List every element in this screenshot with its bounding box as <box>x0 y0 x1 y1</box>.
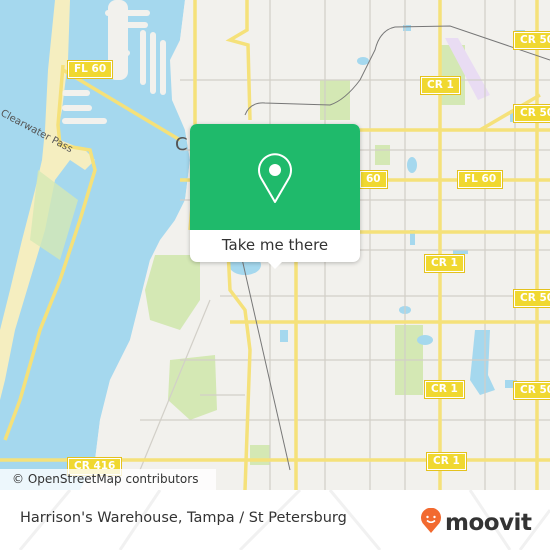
map-view[interactable]: Clearwater Pass C FL 60 FL 60 60 CR 1 CR… <box>0 0 550 490</box>
road-label-cr1-mid: CR 1 <box>424 254 465 273</box>
road-label-cr1-north: CR 1 <box>420 76 461 95</box>
moovit-wordmark: moovit <box>445 510 532 536</box>
place-title: Harrison's Warehouse, Tampa / St Petersb… <box>20 510 347 526</box>
road-label-cr1-south1: CR 1 <box>424 380 465 399</box>
popup-header <box>190 124 360 230</box>
road-label-cr50-4: CR 50 <box>512 381 550 400</box>
road-label-cr50-top: CR 50 <box>512 31 550 50</box>
road-label-cr50-3: CR 50 <box>512 289 550 308</box>
road-label-fl60-mid: 60 <box>359 170 388 189</box>
road-label-cr1-south2: CR 1 <box>426 452 467 471</box>
location-popup: Take me there <box>190 124 360 269</box>
road-label-fl60-west: FL 60 <box>66 60 114 79</box>
footer: Harrison's Warehouse, Tampa / St Petersb… <box>0 490 550 550</box>
moovit-pin-icon <box>420 507 442 538</box>
road-label-fl60-east: FL 60 <box>456 170 504 189</box>
popup-tail <box>266 260 284 269</box>
road-label-cr50-2: CR 50 <box>512 104 550 123</box>
moovit-logo[interactable]: moovit <box>420 507 532 538</box>
map-attribution[interactable]: © OpenStreetMap contributors <box>0 469 216 490</box>
place-label-city: C <box>175 134 188 155</box>
take-me-there-button[interactable]: Take me there <box>190 230 360 262</box>
